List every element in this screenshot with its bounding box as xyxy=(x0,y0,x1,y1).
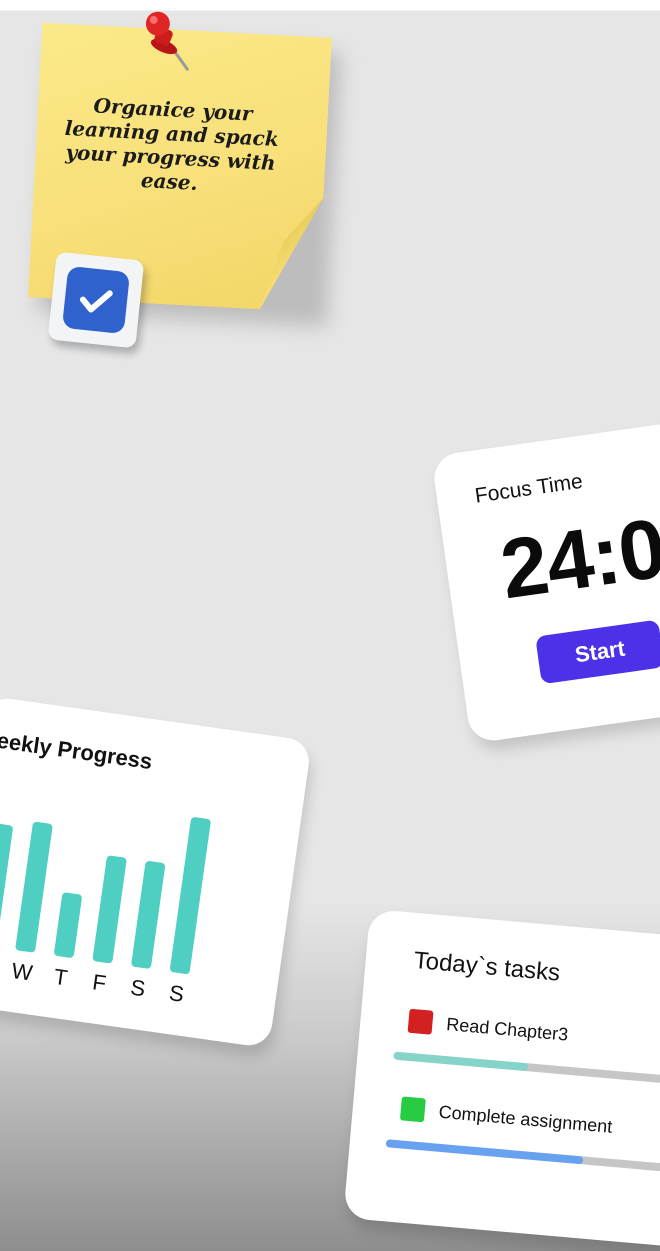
focus-time-card: Focus Time 24:0 Start xyxy=(431,420,660,744)
bar-1 xyxy=(15,821,53,953)
focus-timer: 24:0 xyxy=(494,500,660,617)
bar-2 xyxy=(54,892,82,958)
bar-3 xyxy=(92,855,127,964)
task-progress-track xyxy=(385,1139,660,1174)
x-tick-label-3: F xyxy=(91,969,108,996)
task-status-square[interactable] xyxy=(407,1008,434,1035)
task-progress-fill xyxy=(385,1139,584,1165)
x-tick-label-4: S xyxy=(129,975,147,1002)
start-button[interactable]: Start xyxy=(535,619,660,685)
task-label: Complete assignment xyxy=(437,1101,614,1137)
task-row[interactable]: Read Chapter3 xyxy=(393,1008,660,1086)
task-progress-fill xyxy=(393,1051,529,1072)
weekly-chart: TWTFSS xyxy=(0,817,211,1007)
pushpin-icon xyxy=(145,11,189,71)
bar-4 xyxy=(131,861,166,969)
task-label: Read Chapter3 xyxy=(445,1014,569,1045)
todays-tasks-card: Today`s tasks Read Chapter3 Complete ass… xyxy=(343,908,660,1250)
bar-5 xyxy=(170,817,211,975)
weekly-progress-card: eekly Progress TWTFSS xyxy=(0,695,312,1049)
x-tick-label-5: S xyxy=(168,980,186,1007)
task-status-square[interactable] xyxy=(399,1096,426,1123)
task-row[interactable]: Complete assignment xyxy=(385,1095,660,1174)
x-tick-label-2: T xyxy=(52,964,69,991)
x-tick-label-1: W xyxy=(10,958,34,986)
sticky-note-text: Organice your learning and spack your pr… xyxy=(64,93,280,195)
task-progress-track xyxy=(393,1051,660,1086)
tasks-title: Today`s tasks xyxy=(412,946,562,987)
checkbox-badge[interactable] xyxy=(47,251,145,349)
checkmark-icon xyxy=(79,290,113,313)
focus-title: Focus Time xyxy=(473,469,585,508)
bar-0 xyxy=(0,823,13,947)
